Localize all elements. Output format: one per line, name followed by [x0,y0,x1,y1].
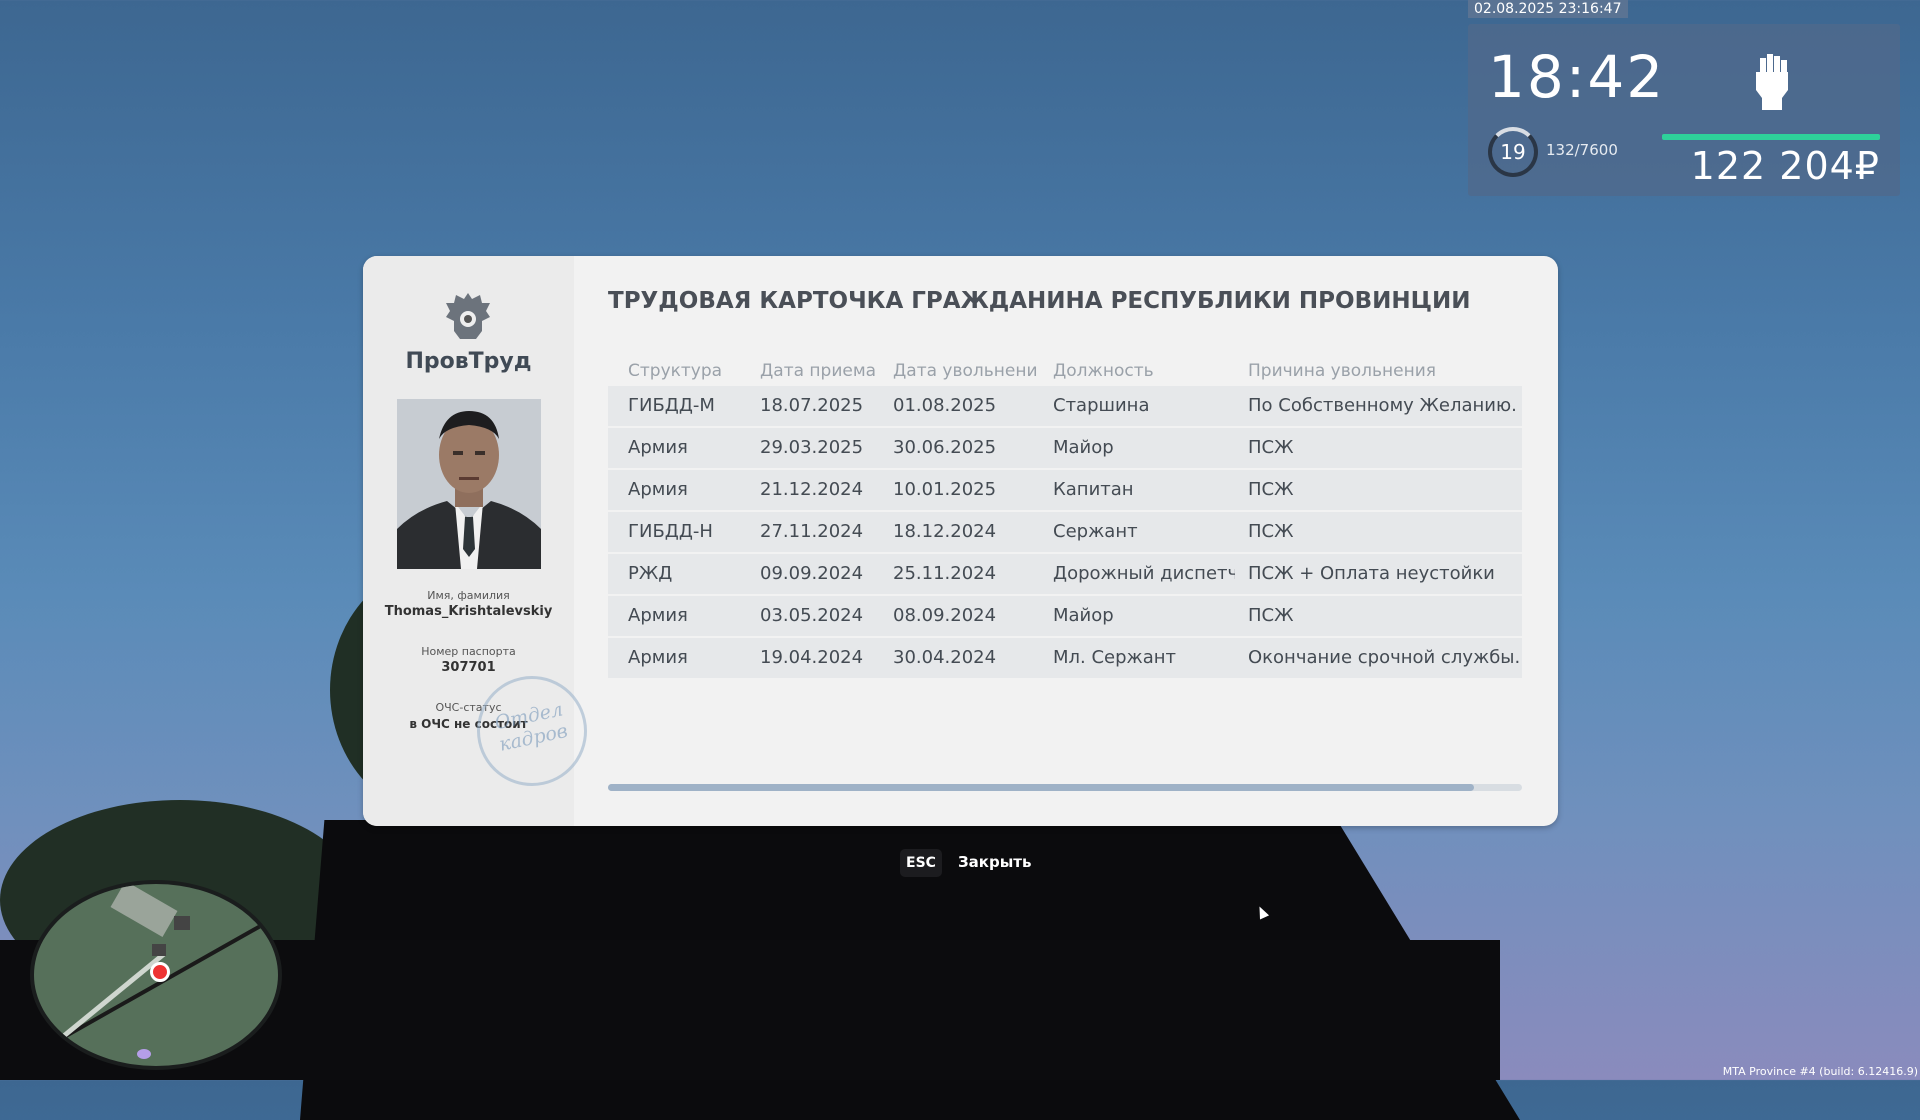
cell-dismissal-date: 08.09.2024 [893,605,997,626]
column-header-structure: Структура [628,361,723,381]
cell-reason: ПСЖ [1248,437,1294,458]
table-row: Армия 03.05.2024 08.09.2024 Майор ПСЖ [608,596,1522,636]
health-bar [1662,134,1880,140]
cell-hire-date: 03.05.2024 [760,605,864,626]
cell-reason: По Собственному Желанию. [1248,395,1517,416]
waypoint-blip-icon [137,1049,151,1059]
cell-hire-date: 27.11.2024 [760,521,864,542]
hud-datetime: 02.08.2025 23:16:47 [1468,0,1628,18]
passport-label: Номер паспорта [421,645,516,658]
cell-position: Сержант [1053,521,1138,542]
hud-level: 19 [1488,127,1538,177]
scrollbar-thumb[interactable] [608,784,1474,791]
table-row: РЖД 09.09.2024 25.11.2024 Дорожный диспе… [608,554,1522,594]
cell-structure: Армия [628,605,688,626]
cell-position: Капитан [1053,479,1134,500]
passport-value: 307701 [441,660,496,675]
cell-position: Майор [1053,437,1114,458]
player-marker-icon [150,962,170,982]
hud-time: 18:42 [1488,43,1666,111]
cell-hire-date: 19.04.2024 [760,647,864,668]
table-row: Армия 21.12.2024 10.01.2025 Капитан ПСЖ [608,470,1522,510]
close-label[interactable]: Закрыть [958,853,1031,871]
cell-structure: Армия [628,479,688,500]
hr-stamp: Отдел кадров [466,665,598,797]
cell-structure: РЖД [628,563,673,584]
cell-hire-date: 18.07.2025 [760,395,864,416]
column-header-hire-date: Дата приема [760,361,877,381]
column-header-position: Должность [1053,361,1154,381]
name-value: Thomas_Krishtalevskiy [384,604,553,619]
cell-dismissal-date: 25.11.2024 [893,563,997,584]
cell-position: Дорожный диспетчер [1053,563,1235,584]
citizen-photo [397,399,541,569]
org-name: ПровТруд [405,349,532,374]
table-row: Армия 29.03.2025 30.06.2025 Майор ПСЖ [608,428,1522,468]
cell-reason: ПСЖ [1248,605,1294,626]
cell-structure: ГИБДД-Н [628,521,713,542]
name-label: Имя, фамилия [427,589,510,602]
cell-structure: ГИБДД-М [628,395,715,416]
cell-reason: ПСЖ [1248,479,1294,500]
table-row: Армия 19.04.2024 30.04.2024 Мл. Сержант … [608,638,1522,678]
cell-hire-date: 29.03.2025 [760,437,864,458]
cell-dismissal-date: 18.12.2024 [893,521,997,542]
hud-panel: 18:42 19 132/7600 122 204₽ [1468,24,1900,196]
card-title: ТРУДОВАЯ КАРТОЧКА ГРАЖДАНИНА РЕСПУБЛИКИ … [608,288,1471,314]
cell-dismissal-date: 10.01.2025 [893,479,997,500]
cell-position: Старшина [1053,395,1150,416]
table-header: Структура Дата приема Дата увольнени Дол… [608,358,1522,384]
fist-icon [1756,54,1788,110]
esc-key-button[interactable]: ESC [900,849,942,877]
cell-hire-date: 21.12.2024 [760,479,864,500]
cell-structure: Армия [628,647,688,668]
cell-reason: ПСЖ + Оплата неустойки [1248,563,1495,584]
cell-dismissal-date: 01.08.2025 [893,395,997,416]
employment-card: ПровТруд Имя, фамилия Thomas_Krishtalevs… [363,256,1558,826]
horizontal-scrollbar[interactable] [608,784,1522,791]
cell-dismissal-date: 30.04.2024 [893,647,997,668]
hud-money: 122 204₽ [1690,144,1880,188]
cell-position: Майор [1053,605,1114,626]
minimap [30,880,282,1070]
column-header-dismissal-date: Дата увольнени [893,361,1038,381]
column-header-reason: Причина увольнения [1248,361,1436,381]
cell-reason: ПСЖ [1248,521,1294,542]
cell-dismissal-date: 30.06.2025 [893,437,997,458]
cell-structure: Армия [628,437,688,458]
build-info: MTA Province #4 (build: 6.12416.9) [1722,1065,1918,1078]
cell-reason: Окончание срочной службы. [1248,647,1521,668]
cell-position: Мл. Сержант [1053,647,1177,668]
table-row: ГИБДД-Н 27.11.2024 18.12.2024 Сержант ПС… [608,512,1522,552]
hud-xp: 132/7600 [1546,141,1618,159]
cell-hire-date: 09.09.2024 [760,563,864,584]
employment-table: Структура Дата приема Дата увольнени Дол… [608,358,1522,678]
card-sidebar: ПровТруд Имя, фамилия Thomas_Krishtalevs… [363,256,598,826]
coat-of-arms-icon [446,293,490,339]
table-row: ГИБДД-М 18.07.2025 01.08.2025 Старшина П… [608,386,1522,426]
